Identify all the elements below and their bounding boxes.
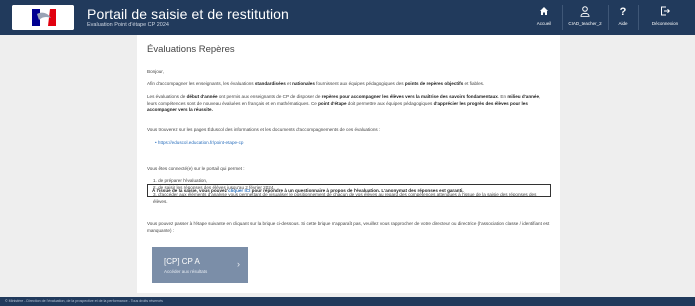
main-content-card: Évaluations Repères Bonjour, Afin d'acco… [137, 35, 560, 293]
list-item: 2. de saisir les réponses des élèves jus… [153, 185, 275, 190]
home-button[interactable]: Accueil [530, 6, 558, 26]
header-divider [562, 5, 563, 30]
marianne-logo[interactable] [12, 5, 74, 30]
footer-text: © Ministère - Direction de l'évaluation,… [5, 299, 163, 303]
class-tile[interactable]: [CP] CP A Accéder aux résultats › [152, 247, 248, 283]
logout-label: Déconnexion [651, 21, 679, 26]
help-label: Aide [618, 21, 628, 26]
logout-button[interactable]: Déconnexion [644, 6, 686, 26]
home-icon [530, 6, 558, 19]
page-title: Évaluations Repères [147, 44, 235, 55]
help-icon: ? [619, 6, 627, 18]
list-intro: Vous êtes connecté(e) sur le portail qui… [147, 166, 245, 171]
class-tile-subtitle: Accéder aux résultats [164, 269, 208, 274]
app-subtitle: Evaluation Point d'étape CP 2024 [87, 22, 169, 28]
list-item: 3. d'accéder aux éléments d'analyse vous… [153, 192, 537, 204]
logout-icon [644, 6, 686, 19]
help-button[interactable]: ? Aide [612, 6, 634, 26]
header-divider [608, 5, 609, 30]
intro-paragraph: Afin d'accompagner les enseignants, les … [147, 81, 485, 86]
top-header: Portail de saisie et de restitution Eval… [0, 0, 695, 35]
eduscol-link[interactable]: • https://eduscol.education.fr/point-eta… [155, 140, 243, 145]
app-title: Portail de saisie et de restitution [87, 6, 289, 22]
header-divider [638, 5, 639, 30]
next-step-paragraph: Vous pouvez passer à l'étape suivante en… [147, 221, 550, 233]
user-button[interactable]: CIAD_teacher_2 [566, 6, 604, 26]
user-label: CIAD_teacher_2 [568, 21, 602, 26]
footer: © Ministère - Direction de l'évaluation,… [0, 297, 695, 306]
resources-paragraph: Vous trouverez sur les pages Éduscol des… [147, 127, 381, 132]
greeting: Bonjour, [147, 69, 164, 74]
home-label: Accueil [536, 21, 552, 26]
class-tile-title: [CP] CP A [164, 257, 200, 266]
context-paragraph: Les évaluations de début d'année ont per… [147, 94, 541, 113]
eduscol-link-text[interactable]: https://eduscol.education.fr/point-etape… [158, 140, 244, 145]
user-icon [566, 6, 604, 19]
chevron-right-icon: › [237, 259, 240, 269]
list-item: 1. de préparer l'évaluation, [153, 178, 208, 183]
